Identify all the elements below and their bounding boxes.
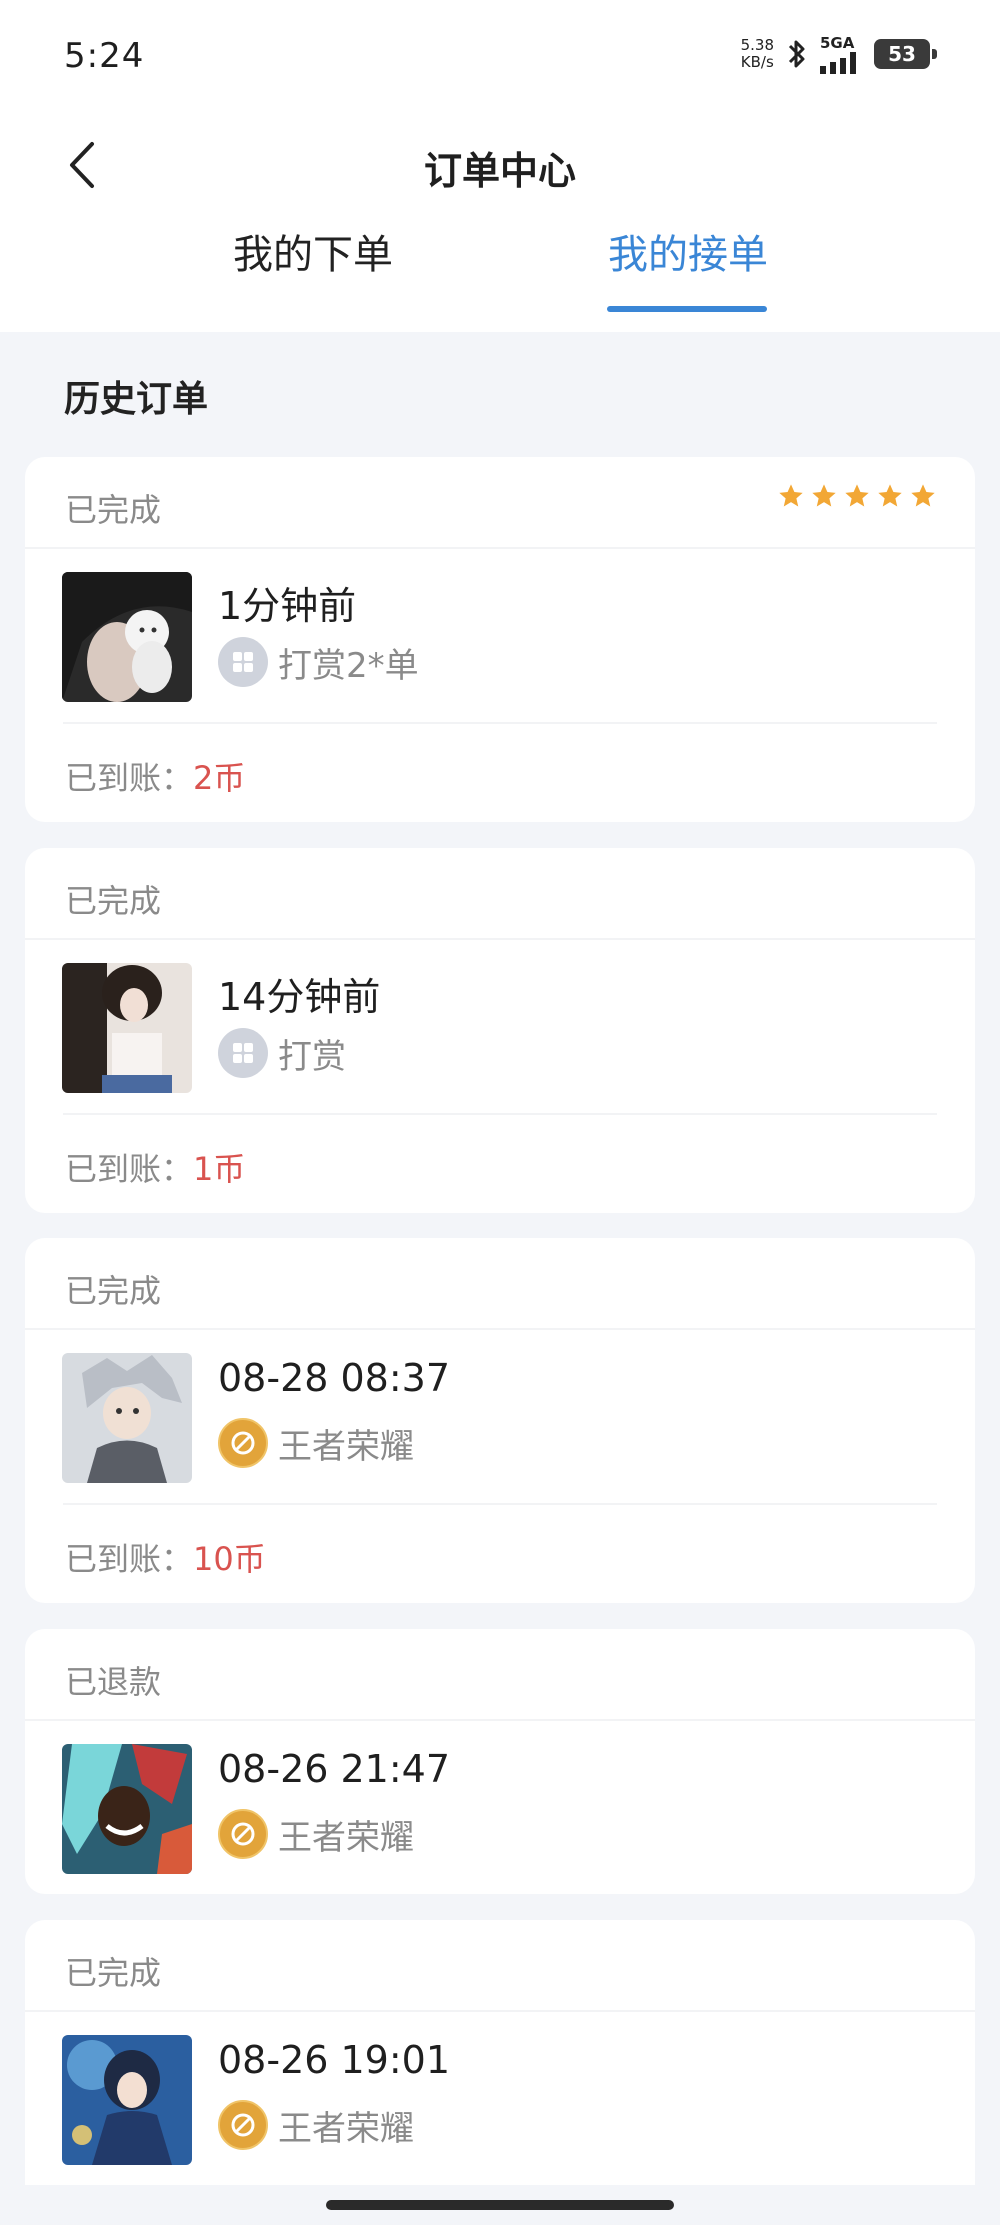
avatar[interactable] [62,963,192,1093]
order-game: 打赏 [218,1028,346,1078]
order-status: 已完成 [65,491,162,529]
order-card[interactable]: 已完成 1分钟前 打赏2*单 已到账：2币 [25,457,975,822]
order-game: 王者荣耀 [218,1809,414,1859]
network-type: 5GA [820,34,855,52]
honor-of-kings-icon [218,1418,268,1468]
status-bar: 5:24 5.38 KB/s 5GA 53 [0,0,1000,120]
section-title: 历史订单 [64,379,209,420]
top-area: 5:24 5.38 KB/s 5GA 53 订单中心 我的下单 我的接单 [0,0,1000,332]
order-status: 已完成 [65,1272,162,1310]
avatar[interactable] [62,1744,192,1874]
page-title: 订单中心 [423,149,576,193]
paid-info: 已到账：2币 [65,759,246,797]
order-status: 已完成 [65,1954,162,1992]
star-icon [911,484,935,507]
divider [25,547,975,549]
tab-my-orders[interactable]: 我的下单 [233,222,393,280]
star-icon [779,484,803,507]
network-indicator: 5GA [820,34,864,74]
order-time: 08-26 19:01 [218,2038,451,2082]
network-speed: 5.38 KB/s [740,36,774,71]
divider [63,1503,937,1505]
order-time: 1分钟前 [218,584,357,628]
star-icon [812,484,836,507]
honor-of-kings-icon [218,2100,268,2150]
home-indicator[interactable] [326,2200,674,2210]
order-time: 14分钟前 [218,975,381,1019]
order-card[interactable]: 已完成 08-28 08:37 王者荣耀 已到账：10币 [25,1238,975,1603]
order-status: 已退款 [65,1663,162,1701]
battery-icon: 53 [874,39,937,69]
order-game: 王者荣耀 [218,1418,414,1468]
avatar[interactable] [62,1353,192,1483]
divider [25,1719,975,1721]
active-tab-indicator [607,306,767,312]
bluetooth-icon [788,40,805,68]
grid-icon [218,1028,268,1078]
order-time: 08-26 21:47 [218,1747,451,1791]
paid-info: 已到账：1币 [65,1150,246,1188]
status-right: 5.38 KB/s 5GA 53 [740,34,937,74]
divider [25,1328,975,1330]
order-game: 王者荣耀 [218,2100,414,2150]
divider [25,2010,975,2012]
divider [63,722,937,724]
order-game: 打赏2*单 [218,637,419,687]
honor-of-kings-icon [218,1809,268,1859]
avatar[interactable] [62,2035,192,2165]
paid-info: 已到账：10币 [65,1540,266,1578]
order-status: 已完成 [65,882,162,920]
order-time: 08-28 08:37 [218,1356,451,1400]
avatar[interactable] [62,572,192,702]
grid-icon [218,637,268,687]
order-card[interactable]: 已完成 14分钟前 打赏 已到账：1币 [25,848,975,1213]
status-time: 5:24 [64,36,145,76]
tab-my-accepted[interactable]: 我的接单 [608,222,768,280]
paid-amount: 2币 [193,759,246,797]
star-icon [845,484,869,507]
rating-stars [777,482,937,510]
divider [25,938,975,940]
tab-bar: 我的下单 我的接单 [0,210,1000,332]
paid-amount: 10币 [193,1540,266,1578]
order-card[interactable]: 已完成 08-26 19:01 王者荣耀 [25,1920,975,2210]
order-card[interactable]: 已退款 08-26 21:47 王者荣耀 [25,1629,975,1894]
paid-amount: 1币 [193,1150,246,1188]
signal-icon [820,52,856,74]
nav-bar: 订单中心 [0,120,1000,210]
star-icon [878,484,902,507]
divider [63,1113,937,1115]
